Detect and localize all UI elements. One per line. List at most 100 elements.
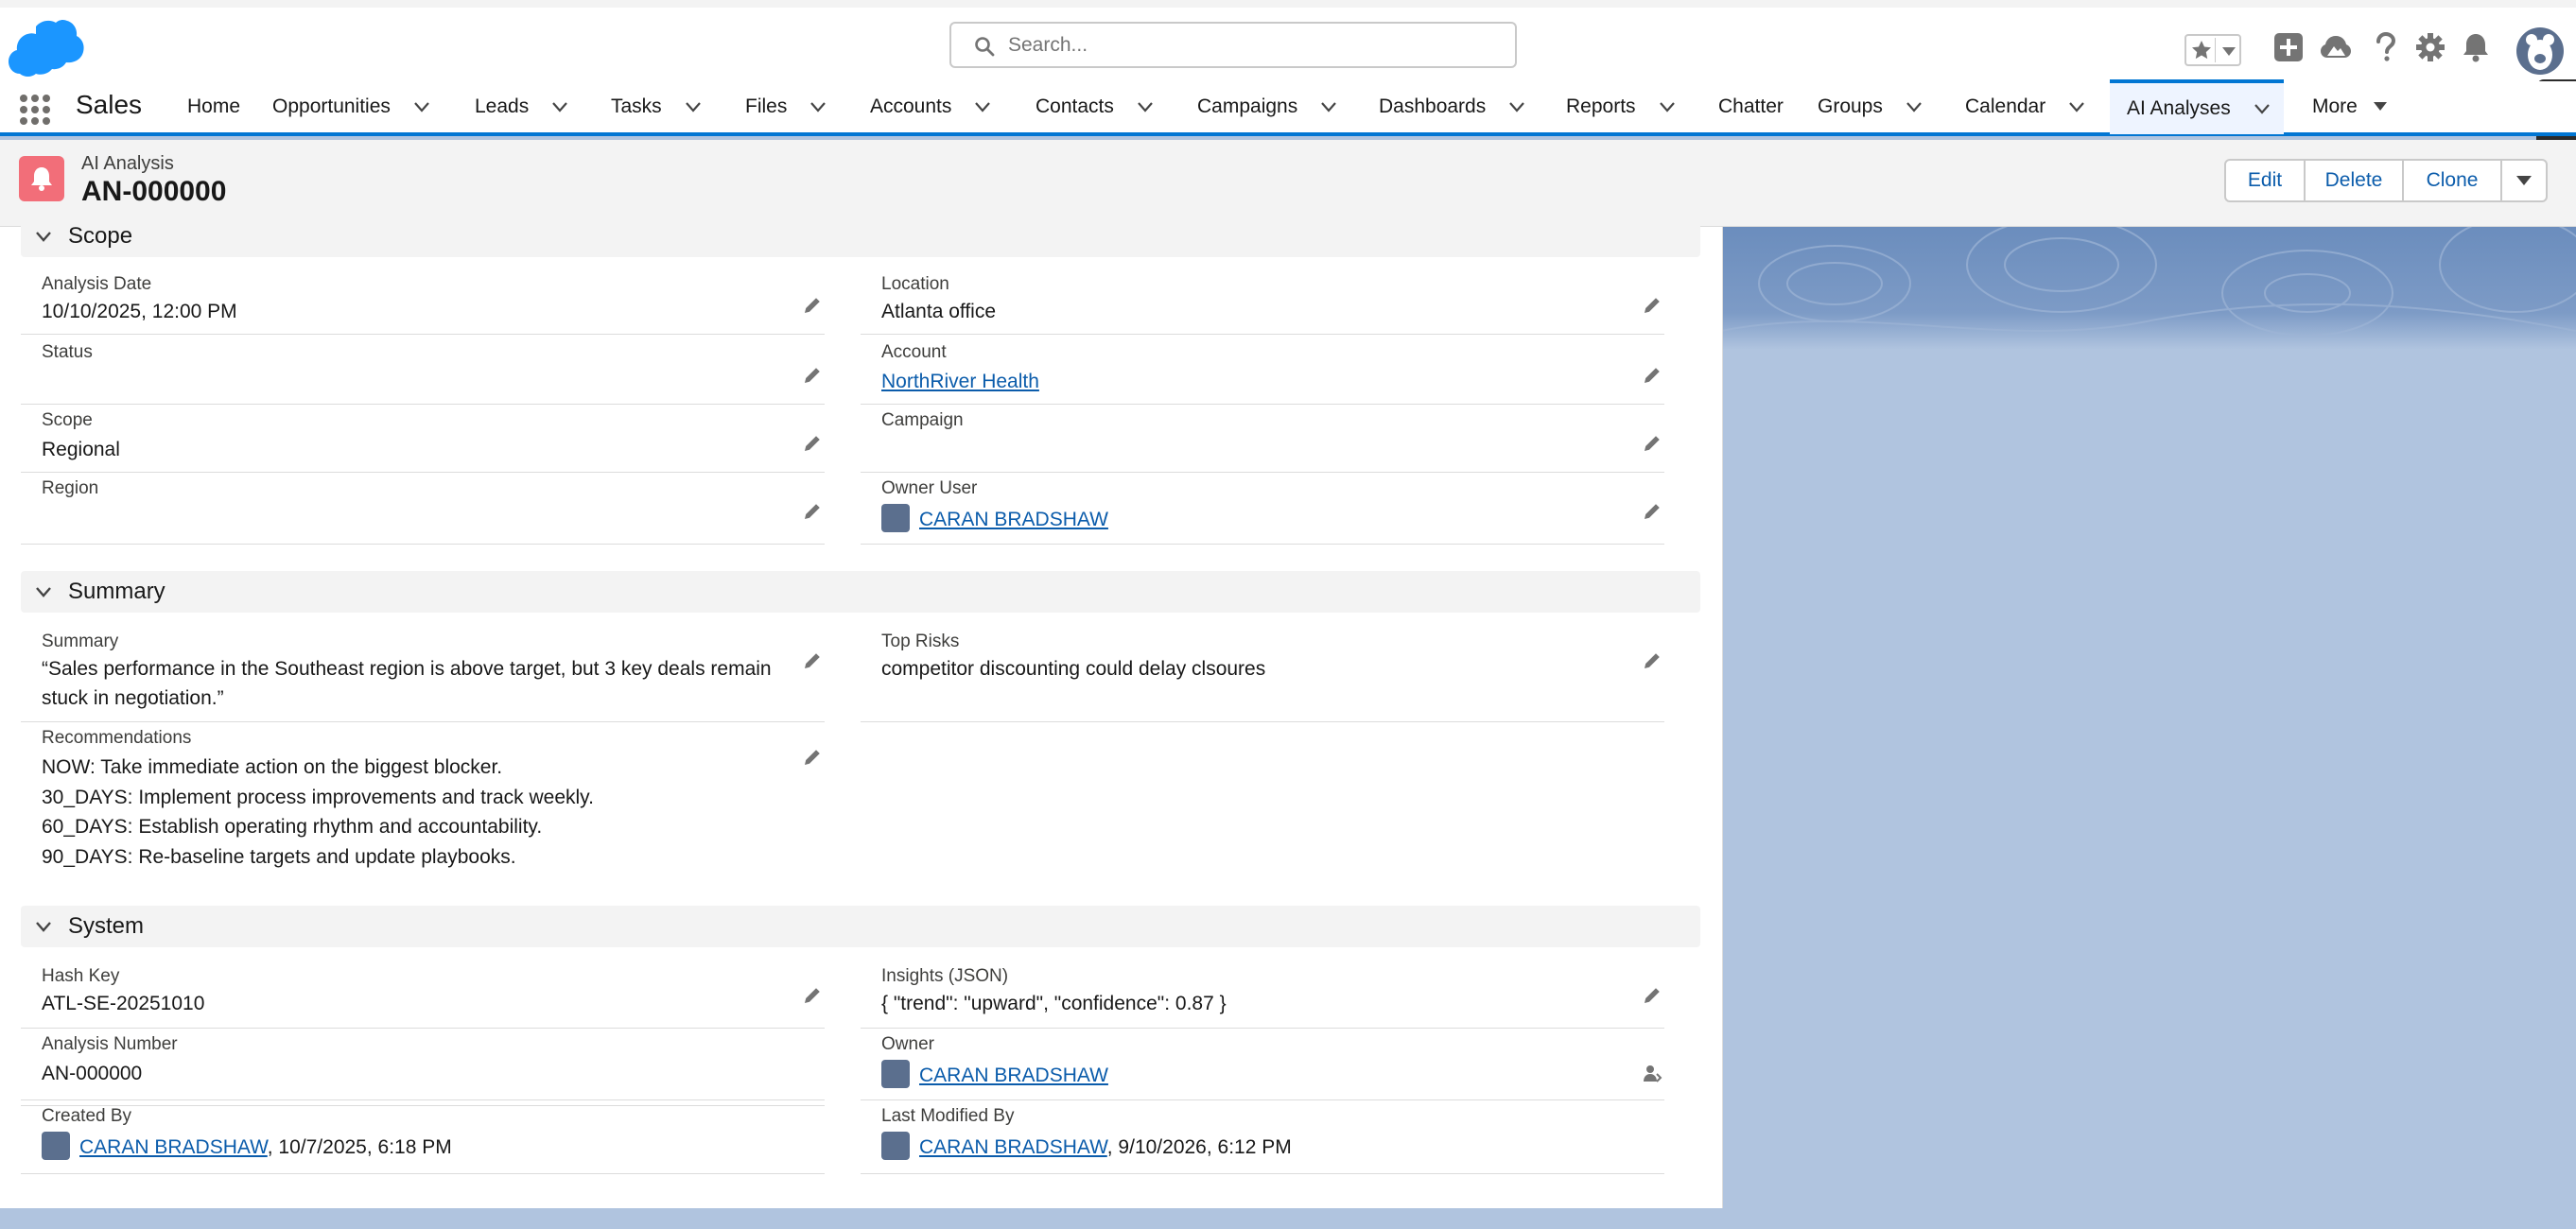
chevron-down-icon[interactable]: [413, 100, 430, 113]
field-label: Recommendations: [42, 728, 192, 748]
nav-item-home[interactable]: Home: [187, 81, 240, 132]
field-value: { "trend": "upward", "confidence": 0.87 …: [881, 993, 1227, 1014]
field-account: Account NorthRiver Health: [861, 337, 1664, 405]
cloud-logo-icon[interactable]: [2, 19, 85, 78]
notifications-button[interactable]: [2457, 26, 2495, 68]
favorites-button[interactable]: [2184, 34, 2241, 66]
field-label: Account: [881, 342, 947, 362]
chevron-down-icon: [2516, 176, 2532, 185]
chevron-down-icon[interactable]: [974, 100, 991, 113]
nav-label: Groups: [1818, 95, 1883, 117]
pencil-icon[interactable]: [802, 747, 823, 768]
nav-item-chatter[interactable]: Chatter: [1718, 81, 1784, 132]
more-actions-button[interactable]: [2500, 159, 2548, 202]
section-title: Summary: [68, 579, 165, 604]
field-label: Analysis Date: [42, 274, 152, 294]
field-hash-key: Hash Key ATL-SE-20251010: [21, 961, 825, 1029]
recommendation-line: NOW: Take immediate action on the bigges…: [42, 756, 503, 778]
search-input[interactable]: [1008, 31, 1500, 60]
chevron-down-icon[interactable]: [2254, 102, 2271, 115]
chevron-down-icon[interactable]: [1906, 100, 1923, 113]
chevron-down-icon[interactable]: [1508, 100, 1525, 113]
pencil-icon[interactable]: [802, 650, 823, 671]
pencil-icon[interactable]: [802, 433, 823, 454]
nav-label: Files: [745, 95, 788, 117]
chevron-down-icon[interactable]: [2221, 46, 2237, 58]
chevron-down-icon[interactable]: [809, 100, 827, 113]
section-header-scope[interactable]: Scope: [21, 216, 1700, 257]
pencil-icon[interactable]: [1642, 650, 1662, 671]
field-analysis-number: Analysis Number AN-000000: [21, 1029, 825, 1100]
nav-item-leads[interactable]: Leads: [475, 81, 568, 132]
pencil-icon[interactable]: [1642, 433, 1662, 454]
field-owner: Owner CARAN BRADSHAW: [861, 1029, 1664, 1100]
nav-item-calendar[interactable]: Calendar: [1965, 81, 2085, 132]
nav-label: Home: [187, 95, 241, 117]
background-pattern: [1721, 227, 2576, 350]
nav-item-files[interactable]: Files: [745, 81, 827, 132]
field-campaign: Campaign: [861, 405, 1664, 473]
pencil-icon[interactable]: [1642, 365, 1662, 386]
chevron-down-icon[interactable]: [34, 227, 53, 246]
setup-button[interactable]: [2411, 26, 2449, 68]
owner-link[interactable]: CARAN BRADSHAW: [919, 1065, 1108, 1086]
created-by-link[interactable]: CARAN BRADSHAW: [79, 1136, 268, 1158]
edit-button[interactable]: Edit: [2224, 159, 2306, 202]
pencil-icon[interactable]: [802, 295, 823, 316]
help-icon: [2376, 32, 2396, 61]
nav-label: More: [2312, 95, 2358, 117]
nav-item-accounts[interactable]: Accounts: [870, 81, 991, 132]
chevron-down-icon[interactable]: [551, 100, 568, 113]
global-search[interactable]: [949, 22, 1517, 68]
global-header: [0, 0, 2576, 151]
pencil-icon[interactable]: [1642, 501, 1662, 522]
pencil-icon[interactable]: [802, 985, 823, 1006]
user-avatar-icon: [881, 1060, 910, 1089]
recommendation-line: 60_DAYS: Establish operating rhythm and …: [42, 816, 543, 838]
pencil-icon[interactable]: [802, 365, 823, 386]
trailhead-button[interactable]: [2317, 26, 2355, 68]
field-value: 10/10/2025, 12:00 PM: [42, 301, 237, 322]
section-title: Scope: [68, 223, 133, 249]
change-owner-icon[interactable]: [1642, 1063, 1662, 1083]
app-navigation: Sales Home Opportunities Leads Tasks Fil…: [0, 79, 2576, 136]
user-avatar[interactable]: [2515, 26, 2565, 76]
field-label: Owner: [881, 1034, 934, 1054]
chevron-down-icon[interactable]: [1659, 100, 1676, 113]
section-header-system[interactable]: System: [21, 906, 1700, 947]
chevron-down-icon[interactable]: [1320, 100, 1337, 113]
bell-record-icon: [31, 167, 52, 191]
pencil-icon[interactable]: [1642, 985, 1662, 1006]
chevron-down-icon[interactable]: [34, 582, 53, 601]
owner-user-link[interactable]: CARAN BRADSHAW: [919, 509, 1108, 530]
nav-item-campaigns[interactable]: Campaigns: [1197, 81, 1337, 132]
nav-item-tasks[interactable]: Tasks: [611, 81, 702, 132]
nav-item-contacts[interactable]: Contacts: [1036, 81, 1154, 132]
nav-item-more[interactable]: More: [2312, 81, 2388, 132]
clone-button[interactable]: Clone: [2402, 159, 2502, 202]
chevron-down-icon[interactable]: [2373, 101, 2388, 113]
global-actions-button[interactable]: [2270, 26, 2307, 68]
nav-item-opportunities[interactable]: Opportunities: [272, 81, 430, 132]
record-detail-card: Scope Analysis Date 10/10/2025, 12:00 PM…: [0, 216, 1723, 1208]
recommendation-line: 30_DAYS: Implement process improvements …: [42, 786, 594, 808]
app-launcher-icon[interactable]: [19, 94, 51, 126]
chevron-down-icon[interactable]: [34, 917, 53, 936]
section-header-summary[interactable]: Summary: [21, 571, 1700, 613]
delete-button[interactable]: Delete: [2304, 159, 2404, 202]
account-link[interactable]: NorthRiver Health: [881, 367, 1039, 396]
pencil-icon[interactable]: [1642, 295, 1662, 316]
last-modified-by-link[interactable]: CARAN BRADSHAW: [919, 1136, 1107, 1158]
record-type-icon: [19, 156, 64, 201]
field-status: Status: [21, 337, 825, 405]
chevron-down-icon[interactable]: [2068, 100, 2085, 113]
nav-item-ai-analyses[interactable]: AI Analyses: [2110, 79, 2284, 134]
chevron-down-icon[interactable]: [685, 100, 702, 113]
gear-icon: [2416, 33, 2445, 61]
nav-item-reports[interactable]: Reports: [1566, 81, 1676, 132]
nav-item-groups[interactable]: Groups: [1818, 81, 1923, 132]
pencil-icon[interactable]: [802, 501, 823, 522]
chevron-down-icon[interactable]: [1137, 100, 1154, 113]
nav-item-dashboards[interactable]: Dashboards: [1379, 81, 1525, 132]
help-button[interactable]: [2366, 26, 2404, 68]
